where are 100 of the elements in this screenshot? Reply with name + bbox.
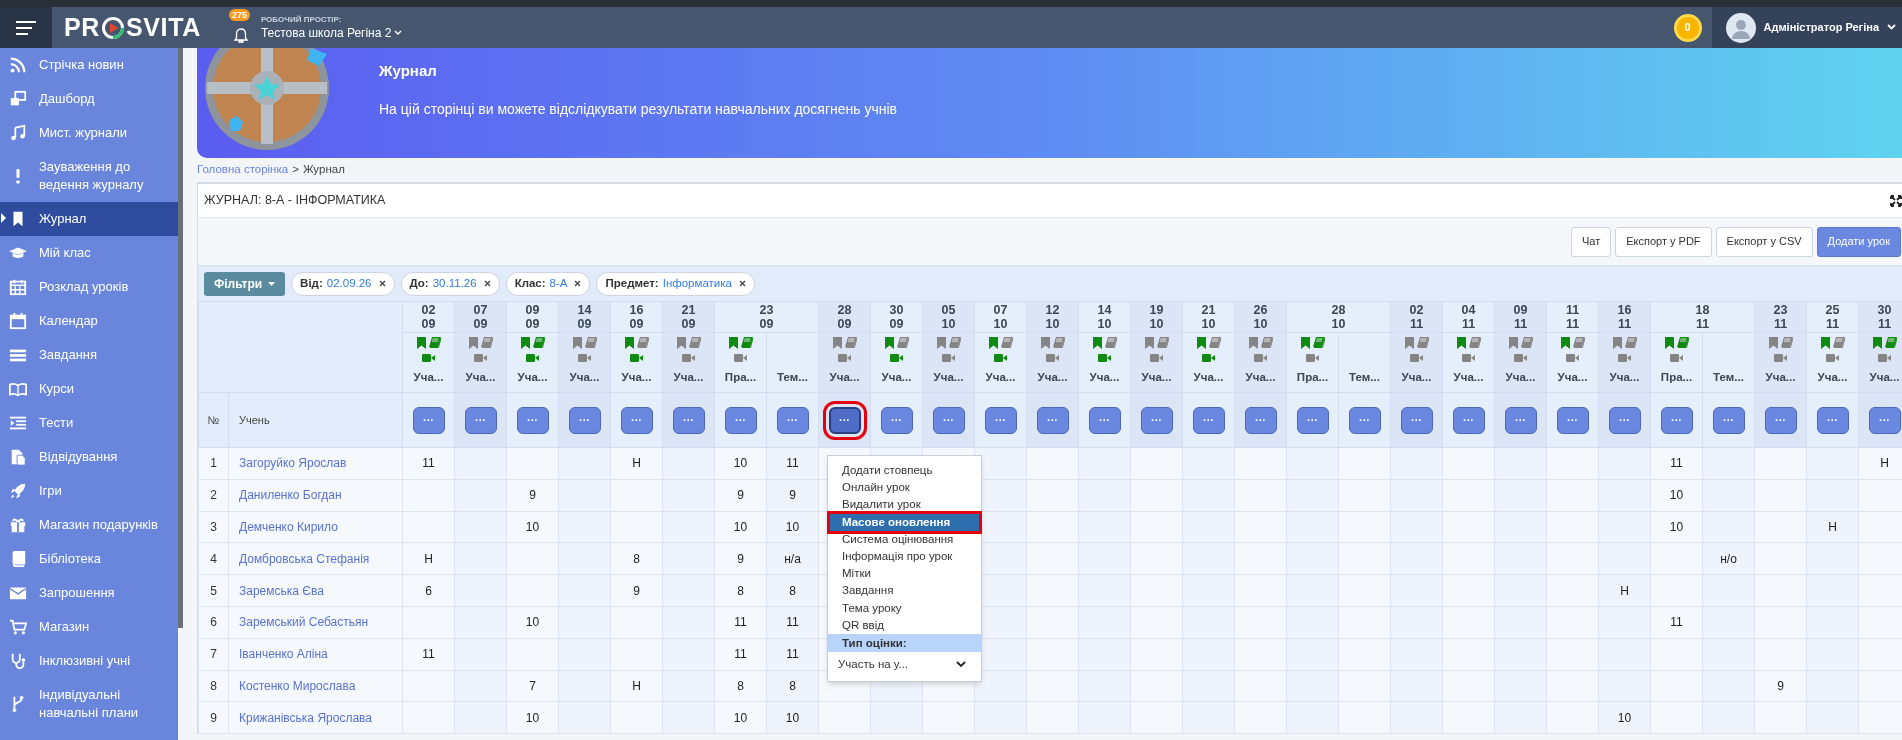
scrollbar[interactable]: [178, 48, 183, 628]
grade-cell[interactable]: 11: [786, 456, 799, 471]
grade-cell[interactable]: 10: [1669, 488, 1684, 503]
grade-cell[interactable]: 9: [529, 488, 536, 503]
user-menu[interactable]: Адміністратор Регіна: [1711, 7, 1902, 48]
close-icon[interactable]: [574, 280, 582, 287]
column-header: №: [207, 414, 220, 426]
grade-cell[interactable]: 9: [737, 488, 744, 503]
grade-cell[interactable]: н/а: [784, 551, 801, 566]
gift-icon: [9, 516, 27, 534]
grade-cell[interactable]: 11: [422, 456, 435, 471]
coin-badge: 0: [1673, 13, 1702, 42]
grade-cell[interactable]: 11: [1670, 456, 1683, 471]
grade-cell[interactable]: 8: [789, 678, 796, 693]
grade-cell[interactable]: 8: [737, 678, 744, 693]
grade-cell[interactable]: 11: [786, 647, 799, 662]
logo-text: SVITA: [126, 11, 201, 43]
filter-chip[interactable]: Предмет: Інформатика: [596, 271, 755, 296]
menu-item[interactable]: Видалити урок: [830, 496, 979, 514]
menu-item[interactable]: Масове оновлення: [830, 513, 979, 531]
grade-cell[interactable]: 10: [1669, 520, 1684, 534]
expand-icon[interactable]: [1890, 194, 1902, 207]
menu-item[interactable]: Інформація про урок: [830, 547, 979, 566]
date-header: 21 09: [680, 303, 697, 331]
menu-item[interactable]: Мітки: [830, 565, 979, 583]
row-number: 6: [210, 615, 217, 630]
grade-cell[interactable]: Н: [632, 678, 641, 693]
date-header: 04 11: [1460, 303, 1477, 331]
grade-cell[interactable]: 11: [734, 647, 747, 662]
close-icon[interactable]: [378, 280, 386, 287]
caret-icon: [268, 281, 276, 286]
grade-cell[interactable]: 10: [525, 520, 540, 534]
close-icon[interactable]: [738, 280, 746, 287]
date-header: 30 09: [888, 303, 905, 331]
lesson-type-label: Уча...: [1088, 369, 1121, 385]
grade-cell[interactable]: 10: [1617, 710, 1632, 725]
grade-cell[interactable]: Н: [1880, 456, 1889, 471]
filter-chip[interactable]: Від: 02.09.26: [291, 271, 395, 296]
grade-cell[interactable]: 10: [525, 615, 540, 630]
grade-cell[interactable]: 10: [785, 520, 800, 534]
lesson-type-label: Уча...: [1504, 369, 1537, 385]
grade-cell[interactable]: 8: [789, 583, 796, 598]
grade-cell[interactable]: Н: [1620, 583, 1629, 598]
avatar: [1725, 12, 1756, 43]
date-header: 25 11: [1824, 303, 1841, 331]
filter-chip[interactable]: До: 30.11.26: [400, 271, 500, 296]
grade-cell[interactable]: Н: [632, 456, 641, 471]
grade-cell[interactable]: 7: [529, 678, 536, 693]
grade-cell[interactable]: 9: [1777, 678, 1784, 693]
grade-cell[interactable]: 8: [737, 583, 744, 598]
lesson-type-label: Уча...: [932, 369, 965, 385]
menu-item[interactable]: Система оцінювання: [830, 530, 979, 548]
date-header: 11 11: [1564, 303, 1581, 331]
menu-item[interactable]: Завдання: [830, 582, 979, 600]
toolbar-button[interactable]: Експорт у CSV: [1715, 226, 1813, 257]
lesson-type-label: Уча...: [984, 369, 1017, 385]
close-icon[interactable]: [483, 280, 491, 287]
menu-item[interactable]: Тема уроку: [830, 599, 979, 617]
date-header: 28 09: [836, 303, 853, 331]
grade-cell[interactable]: 10: [733, 520, 748, 534]
lesson-type-label: Уча...: [1452, 369, 1485, 385]
grade-cell[interactable]: н/о: [1720, 551, 1737, 566]
lesson-type-label: Уча...: [1556, 369, 1589, 385]
grade-cell[interactable]: Н: [424, 551, 433, 566]
grade-cell[interactable]: 10: [733, 456, 748, 471]
grade-cell[interactable]: 11: [1670, 615, 1683, 630]
grade-cell[interactable]: 10: [525, 710, 540, 725]
toolbar-button[interactable]: Чат: [1570, 226, 1612, 257]
grade-cell[interactable]: 9: [789, 488, 796, 503]
grade-cell[interactable]: 9: [633, 583, 640, 598]
menu-item[interactable]: Онлайн урок: [830, 479, 979, 497]
menu-icon: [16, 20, 36, 35]
date-header: 07 09: [472, 303, 489, 331]
menu-button[interactable]: [0, 7, 52, 48]
grade-cell[interactable]: 11: [786, 615, 799, 630]
open-book-icon: [9, 380, 27, 398]
grade-type-select[interactable]: Участь на у...: [838, 654, 966, 675]
filter-chip[interactable]: Клас: 8-А: [505, 271, 591, 296]
menu-item[interactable]: QR ввід: [830, 616, 979, 634]
grade-cell[interactable]: Н: [1828, 520, 1837, 534]
grade-cell[interactable]: 11: [422, 647, 435, 662]
grade-cell[interactable]: 11: [734, 615, 747, 630]
date-header: 14 10: [1096, 303, 1113, 331]
lesson-type-label: Уча...: [828, 369, 861, 385]
grade-cell[interactable]: 9: [737, 551, 744, 566]
filters-button[interactable]: Фільтри: [204, 271, 286, 296]
workspace-dropdown[interactable]: Тестова школа Регіна 2: [260, 24, 403, 41]
lesson-type-label: Уча...: [1192, 369, 1225, 385]
grade-cell[interactable]: 8: [633, 551, 640, 566]
grade-cell[interactable]: 6: [425, 583, 432, 598]
menu-item[interactable]: Додати стовпець: [830, 462, 979, 480]
sidebar-item[interactable]: Журнал: [0, 202, 178, 236]
grade-cell[interactable]: 10: [733, 710, 748, 725]
date-header: 16 11: [1616, 303, 1633, 331]
toolbar-button[interactable]: Експорт у PDF: [1615, 226, 1712, 257]
date-header: 09 11: [1512, 303, 1529, 331]
grade-cell[interactable]: 10: [785, 710, 800, 725]
row-number: 4: [210, 551, 217, 566]
banner-title: Журнал: [379, 61, 438, 81]
date-header: 09 09: [524, 303, 541, 331]
